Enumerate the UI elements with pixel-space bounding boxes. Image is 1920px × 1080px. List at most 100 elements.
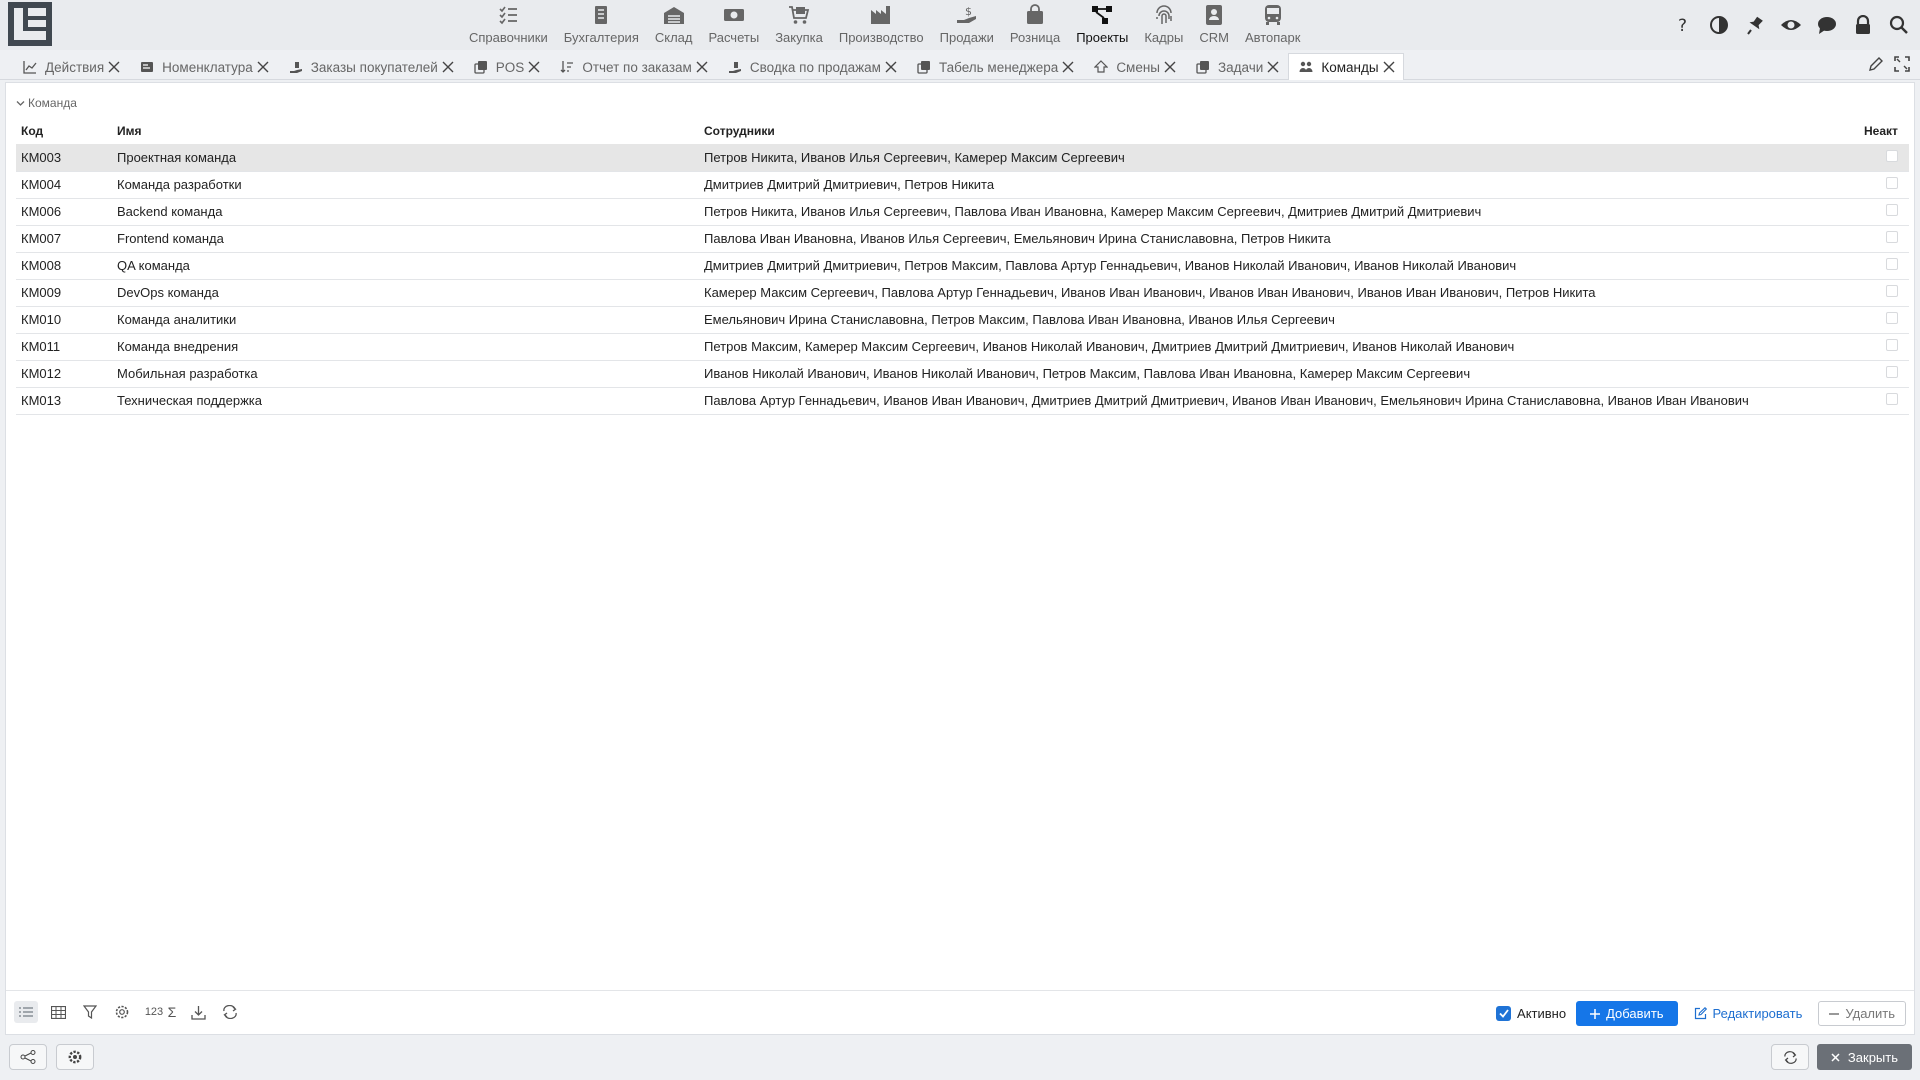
menu-item-5[interactable]: Закупка	[767, 0, 831, 50]
table-row[interactable]: КМ006 Backend команда Петров Никита, Ивано…	[16, 198, 1909, 226]
menu-item-9[interactable]: Проекты	[1068, 0, 1136, 50]
svg-text:$: $	[965, 5, 972, 18]
sum-toggle[interactable]: Σ	[166, 1001, 178, 1023]
tab-1[interactable]: Действия	[12, 53, 129, 80]
inactive-checkbox[interactable]	[1886, 366, 1898, 378]
teams-table: Код Имя Сотрудники Неакт КМ003 Проектная …	[16, 118, 1909, 415]
tab-close-icon[interactable]	[1163, 60, 1177, 74]
inactive-checkbox[interactable]	[1886, 177, 1898, 189]
inactive-checkbox[interactable]	[1886, 312, 1898, 324]
add-button[interactable]: Добавить	[1576, 1001, 1678, 1026]
settings-button[interactable]	[56, 1044, 94, 1070]
tab-close-icon[interactable]	[256, 60, 270, 74]
eye-icon[interactable]	[1778, 12, 1804, 38]
menu-item-12[interactable]: Автопарк	[1237, 0, 1309, 50]
inactive-checkbox[interactable]	[1886, 393, 1898, 405]
tab-close-icon[interactable]	[1266, 60, 1280, 74]
timesheet-copy-icon	[917, 60, 931, 74]
menu-item-2[interactable]: Бухгалтерия	[556, 0, 647, 50]
inactive-checkbox[interactable]	[1886, 204, 1898, 216]
column-header-code[interactable]: Код	[16, 118, 112, 144]
menu-item-8[interactable]: Розница	[1002, 0, 1068, 50]
pin-icon[interactable]	[1742, 12, 1768, 38]
settings-gear-icon[interactable]	[110, 1001, 134, 1023]
tab-8[interactable]: Смены	[1083, 53, 1185, 80]
crm-contact-icon	[1206, 5, 1223, 25]
column-header-inactive[interactable]: Неакт	[1859, 118, 1909, 144]
tab-close-icon[interactable]	[527, 60, 541, 74]
inactive-checkbox[interactable]	[1886, 339, 1898, 351]
download-icon[interactable]	[186, 1001, 210, 1023]
active-filter-checkbox[interactable]: Активно	[1496, 1006, 1566, 1021]
delete-button[interactable]: Удалить	[1818, 1001, 1906, 1026]
menu-item-6[interactable]: Производство	[831, 0, 932, 50]
chat-icon[interactable]	[1814, 12, 1840, 38]
search-icon[interactable]	[1886, 12, 1912, 38]
column-header-name[interactable]: Имя	[112, 118, 699, 144]
tab-close-icon[interactable]	[107, 60, 121, 74]
table-row[interactable]: КМ009 DevOps команда Камерер Максим Сергее…	[16, 279, 1909, 307]
main-menu: Справочники Бухгалтерия Склад Расчеты Закупк…	[461, 0, 1308, 50]
table-row[interactable]: КМ007 Frontend команда Павлова Иван Иванов…	[16, 225, 1909, 253]
table-row[interactable]: КМ010 Команда аналитики Емельянович Ирина …	[16, 306, 1909, 334]
menu-item-10[interactable]: Кадры	[1136, 0, 1191, 50]
tab-5[interactable]: Отчет по заказам	[549, 53, 717, 80]
filter-icon[interactable]	[78, 1001, 102, 1023]
edit-pencil-icon[interactable]	[1868, 56, 1884, 75]
share-icon	[20, 1050, 36, 1064]
menu-item-1[interactable]: Справочники	[461, 0, 556, 50]
edit-button[interactable]: Редактировать	[1688, 1001, 1809, 1026]
purchase-cart-icon	[789, 6, 810, 24]
tab-6[interactable]: Сводка по продажам	[717, 53, 906, 80]
table-row[interactable]: КМ013 Техническая поддержка Павлова Артур …	[16, 387, 1909, 415]
tab-9[interactable]: Задачи	[1185, 53, 1288, 80]
cell-employees: Дмитриев Дмитрий Дмитриевич, Петров Ники…	[699, 171, 1859, 199]
table-row[interactable]: КМ012 Мобильная разработка Иванов Николай …	[16, 360, 1909, 388]
list-view-icon[interactable]	[14, 1001, 38, 1023]
tab-close-icon[interactable]	[1382, 60, 1396, 74]
app-logo[interactable]	[8, 2, 52, 46]
tab-3[interactable]: Заказы покупателей	[278, 53, 463, 80]
menu-item-label: Розница	[1009, 30, 1061, 45]
menu-item-7[interactable]: $ Продажи	[932, 0, 1002, 50]
table-row[interactable]: КМ011 Команда внедрения Петров Максим, Кам…	[16, 333, 1909, 361]
menu-item-4[interactable]: Расчеты	[700, 0, 767, 50]
row-count-toggle[interactable]: 123	[142, 1001, 166, 1023]
retail-bag-icon	[1027, 4, 1044, 24]
table-row[interactable]: КМ003 Проектная команда Петров Никита, Ива…	[16, 144, 1909, 172]
tab-10[interactable]: Команды	[1288, 53, 1404, 80]
reload-button[interactable]	[1771, 1044, 1809, 1070]
help-icon[interactable]: ?	[1670, 12, 1696, 38]
refresh-icon[interactable]	[218, 1001, 242, 1023]
checkbox-checked-icon[interactable]	[1496, 1006, 1512, 1021]
tab-close-icon[interactable]	[695, 60, 709, 74]
inactive-checkbox[interactable]	[1886, 231, 1898, 243]
pos-copy-icon	[474, 60, 488, 74]
share-button[interactable]	[9, 1044, 47, 1070]
table-row[interactable]: КМ004 Команда разработки Дмитриев Дмитрий …	[16, 171, 1909, 199]
tab-close-icon[interactable]	[1061, 60, 1075, 74]
grid-view-icon[interactable]	[46, 1001, 70, 1023]
table-row[interactable]: КМ008 QA команда Дмитриев Дмитрий Дмитриев…	[16, 252, 1909, 280]
edit-button-label: Редактировать	[1712, 1006, 1803, 1021]
inactive-checkbox[interactable]	[1886, 149, 1898, 162]
theme-contrast-icon[interactable]	[1706, 12, 1732, 38]
lock-icon[interactable]	[1850, 12, 1876, 38]
tab-7[interactable]: Табель менеджера	[906, 53, 1083, 80]
tab-4[interactable]: POS	[463, 53, 550, 80]
inactive-checkbox[interactable]	[1886, 258, 1898, 270]
tab-close-icon[interactable]	[884, 60, 898, 74]
inactive-checkbox[interactable]	[1886, 285, 1898, 297]
cell-inactive	[1859, 333, 1909, 361]
view-tools: 123 Σ	[14, 1001, 242, 1023]
tab-2[interactable]: Номенклатура	[129, 53, 278, 80]
column-header-employees[interactable]: Сотрудники	[699, 118, 1859, 144]
menu-item-3[interactable]: Склад	[647, 0, 701, 50]
group-header[interactable]: Команда	[16, 96, 77, 110]
cell-employees: Дмитриев Дмитрий Дмитриевич, Петров Макс…	[699, 252, 1859, 280]
menu-item-11[interactable]: CRM	[1191, 0, 1237, 50]
fullscreen-icon[interactable]	[1894, 56, 1910, 75]
tab-close-icon[interactable]	[441, 60, 455, 74]
cell-name: Frontend команда	[112, 225, 699, 253]
close-button[interactable]: Закрыть	[1816, 1044, 1912, 1070]
